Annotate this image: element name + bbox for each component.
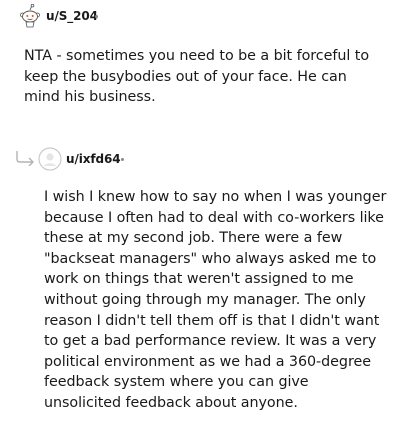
separator-dot: [121, 158, 124, 161]
snoo-avatar-icon[interactable]: [18, 3, 42, 28]
comment-author[interactable]: u/S_204: [46, 9, 98, 23]
comment-body: NTA - sometimes you need to be a bit for…: [24, 48, 370, 106]
separator-dot: [95, 15, 98, 18]
reply-arrow-icon: [15, 150, 37, 167]
default-avatar-icon[interactable]: [38, 147, 62, 171]
comment-body: I wish I knew how to say no when I was y…: [44, 189, 387, 411]
comment-author[interactable]: u/ixfd64: [66, 152, 121, 166]
